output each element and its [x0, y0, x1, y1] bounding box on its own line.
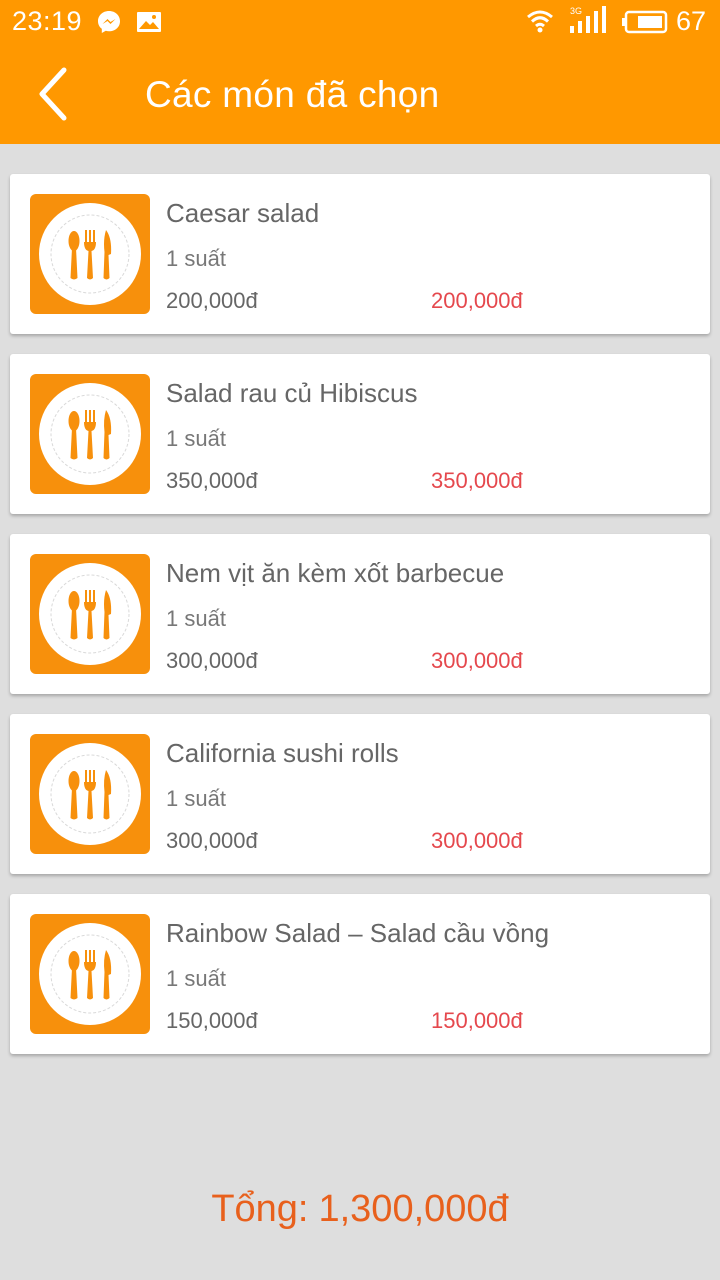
- item-subtotal: 300,000đ: [431, 828, 523, 853]
- list-item[interactable]: Rainbow Salad – Salad cầu vồng 1 suất 15…: [10, 894, 710, 1054]
- item-subtotal: 300,000đ: [431, 648, 523, 673]
- page-title: Các món đã chọn: [145, 74, 440, 115]
- back-button[interactable]: [30, 64, 80, 124]
- selected-items-list: Caesar salad 1 suất 200,000đ 200,000đ Sa…: [10, 174, 710, 1074]
- plate-cutlery-icon: [30, 194, 150, 314]
- signal-icon: 3G: [568, 6, 608, 41]
- item-price: 300,000đ: [166, 828, 258, 853]
- list-item[interactable]: Salad rau củ Hibiscus 1 suất 350,000đ 35…: [10, 354, 710, 514]
- item-subtotal: 350,000đ: [431, 468, 523, 493]
- item-price: 300,000đ: [166, 648, 258, 673]
- toolbar: Các món đã chọn: [0, 44, 720, 144]
- item-quantity: 1 suất: [166, 606, 226, 631]
- list-item[interactable]: Nem vịt ăn kèm xốt barbecue 1 suất 300,0…: [10, 534, 710, 694]
- status-bar: 23:19 3G 67: [0, 0, 720, 44]
- item-subtotal: 150,000đ: [431, 1008, 523, 1033]
- app-bar: 23:19 3G 67 Các món đã chọn: [0, 0, 720, 144]
- item-price: 350,000đ: [166, 468, 258, 493]
- item-name: Salad rau củ Hibiscus: [166, 378, 418, 408]
- status-time: 23:19: [12, 6, 83, 36]
- wifi-icon: [526, 8, 554, 39]
- total-amount: 1,300,000đ: [318, 1188, 509, 1230]
- gallery-icon: [136, 11, 162, 38]
- battery-icon: [622, 10, 668, 39]
- plate-cutlery-icon: [30, 734, 150, 854]
- item-quantity: 1 suất: [166, 966, 226, 991]
- battery-level: 67: [675, 6, 706, 36]
- item-name: Nem vịt ăn kèm xốt barbecue: [166, 558, 505, 588]
- network-type: 3G: [570, 6, 583, 16]
- item-price: 200,000đ: [166, 288, 258, 313]
- list-item[interactable]: Caesar salad 1 suất 200,000đ 200,000đ: [10, 174, 710, 334]
- item-quantity: 1 suất: [166, 246, 226, 271]
- item-name: Caesar salad: [166, 198, 320, 228]
- plate-cutlery-icon: [30, 554, 150, 674]
- item-price: 150,000đ: [166, 1008, 258, 1033]
- plate-cutlery-icon: [30, 914, 150, 1034]
- item-name: California sushi rolls: [166, 738, 399, 768]
- item-quantity: 1 suất: [166, 786, 226, 811]
- item-subtotal: 200,000đ: [431, 288, 523, 313]
- item-quantity: 1 suất: [166, 426, 226, 451]
- messenger-icon: [96, 9, 122, 40]
- order-total: Tổng: 1,300,000đ: [0, 1188, 720, 1231]
- item-name: Rainbow Salad – Salad cầu vồng: [166, 918, 550, 948]
- total-label: Tổng:: [211, 1188, 309, 1230]
- plate-cutlery-icon: [30, 374, 150, 494]
- list-item[interactable]: California sushi rolls 1 suất 300,000đ 3…: [10, 714, 710, 874]
- chevron-left-icon: [39, 67, 67, 121]
